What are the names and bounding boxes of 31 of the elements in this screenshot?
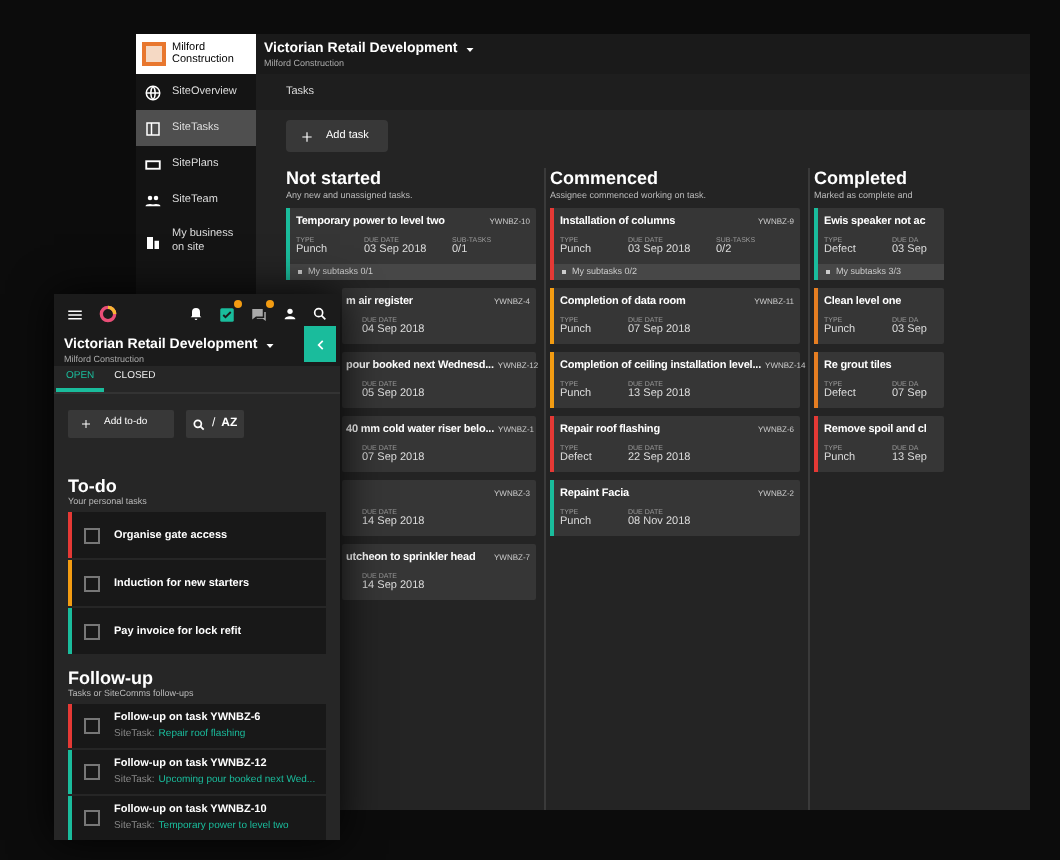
column-title: Not started — [286, 168, 384, 188]
menu-icon — [66, 305, 84, 324]
checkbox[interactable] — [84, 575, 100, 591]
section-title: To-do — [68, 476, 119, 496]
plan-icon — [144, 155, 162, 173]
column-title: Commenced — [550, 168, 661, 188]
chat-icon — [250, 305, 268, 324]
logo-mark-icon — [142, 42, 166, 66]
board-icon — [144, 119, 162, 137]
section-title: Follow-up — [68, 668, 155, 688]
people-icon — [144, 191, 162, 209]
bell-icon — [188, 306, 204, 323]
globe-icon — [144, 83, 162, 101]
chevron-left-icon — [313, 337, 327, 352]
caret-icon — [263, 339, 276, 352]
logo-ring-icon — [98, 304, 118, 325]
building-icon — [144, 233, 162, 251]
collapse-button[interactable] — [304, 326, 336, 363]
checklist-icon — [218, 305, 236, 324]
search-icon — [192, 417, 206, 431]
caret-icon — [463, 43, 476, 55]
plus-icon — [80, 418, 92, 430]
checkbox[interactable] — [84, 718, 100, 734]
search-icon — [312, 306, 328, 323]
checkbox[interactable] — [84, 810, 100, 826]
person-icon — [282, 306, 298, 323]
checkbox[interactable] — [84, 527, 100, 543]
column-title: Completed — [814, 168, 910, 188]
checkbox[interactable] — [84, 623, 100, 639]
plus-icon — [300, 129, 314, 143]
checkbox[interactable] — [84, 764, 100, 780]
